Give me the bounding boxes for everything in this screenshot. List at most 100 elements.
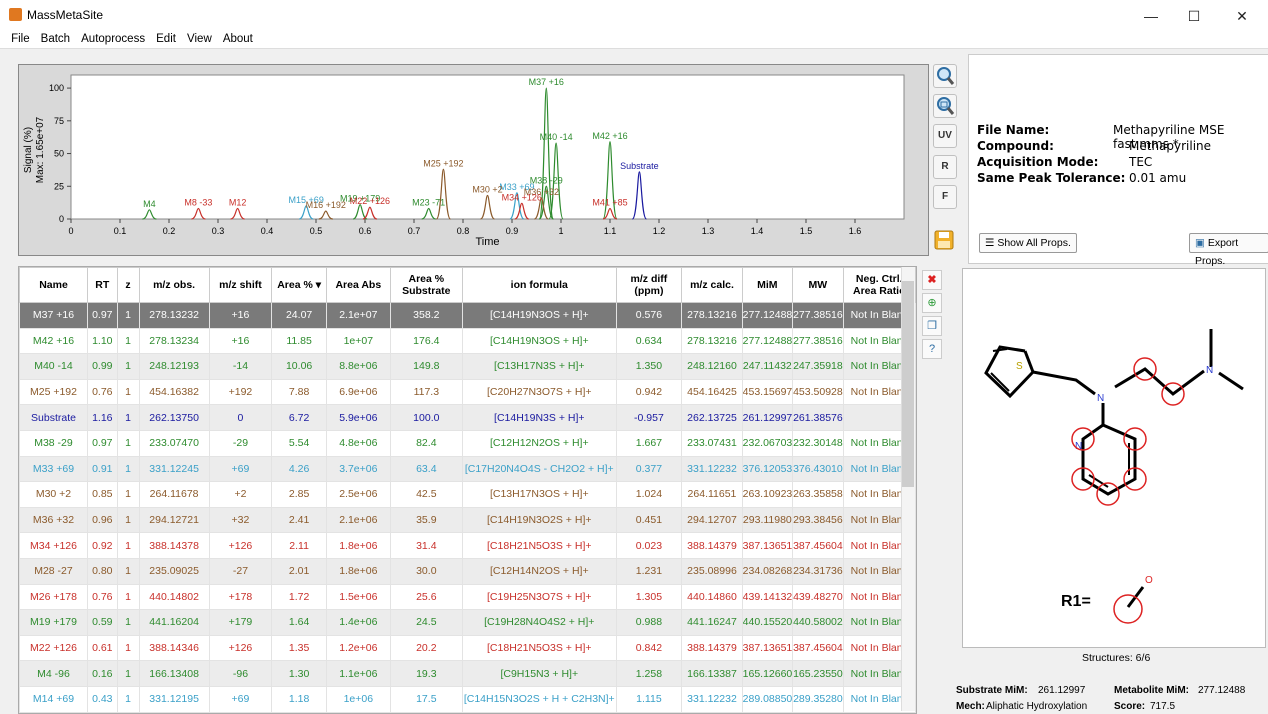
menu-edit[interactable]: Edit [152,30,180,48]
table-cell: 1.16 [86,404,118,431]
table-cell: 0.76 [86,378,118,406]
uv-button[interactable]: UV [933,124,957,148]
x-tick-label: 0.9 [506,226,519,236]
table-cell: 0.91 [86,455,118,483]
x-tick-label: 1 [558,226,563,236]
maximize-button[interactable]: ☐ [1174,4,1214,28]
table-cell: 1.10 [86,327,118,355]
column-header[interactable]: m/z calc. [681,267,743,303]
table-scrollbar[interactable] [901,267,915,711]
column-header[interactable]: m/z diff (ppm) [615,267,683,303]
show-all-props-button[interactable]: ☰ Show All Props. [979,233,1077,253]
metabolite-table-container[interactable]: Name RT z m/z obs. m/z shift Area % ▾ Area Abs… [18,266,917,714]
table-cell: -29 [208,429,273,457]
table-cell: 387.13651 [741,532,794,559]
table-row[interactable]: M40 -14 0.99 1 248.12193 -14 10.06 8.8e+06 149.… [19,353,916,380]
column-header[interactable]: m/z obs. [138,267,210,303]
table-cell: 1 [116,429,140,457]
chromatogram-panel[interactable]: 0 0.1 0.2 0.3 0.4 0.5 0.6 0.7 0.8 0.9 1 1.1 1.2 1.3 1.… [18,64,929,256]
table-row[interactable]: M42 +16 1.10 1 278.13234 +16 11.85 1e+07 176.4[… [19,327,916,355]
menu-about[interactable]: About [219,30,257,48]
minimize-button[interactable]: — [1131,4,1171,28]
table-cell: 24.5 [389,609,464,636]
x-tick-label: 0 [68,226,73,236]
table-cell: [C13H17N3OS + H]+ [462,481,617,508]
column-header[interactable]: Name [19,267,88,303]
table-cell: 331.12232 [681,685,743,713]
column-header[interactable]: Area % ▾ [271,267,328,303]
table-cell: 6.9e+06 [326,378,391,406]
table-cell: 1.115 [615,685,683,713]
help-icon[interactable]: ? [922,339,942,359]
table-row[interactable]: M30 +2 0.85 1 264.11678 +2 2.85 2.5e+06 42.5 [C1… [19,481,916,508]
menu-view[interactable]: View [183,30,216,48]
menu-file[interactable]: File [7,30,34,48]
table-cell: M25 +192 [19,378,88,406]
zoom-fit-icon [937,97,955,115]
table-cell: 232.06703 [741,429,794,457]
save-button[interactable] [933,229,955,251]
column-header[interactable]: MW [792,267,844,303]
table-cell: 7.88 [271,378,328,406]
delete-icon[interactable]: ✖ [922,270,942,290]
add-icon[interactable]: ⊕ [922,293,942,313]
table-cell: 0 [208,404,273,431]
y-tick-label: 25 [54,181,64,191]
table-cell: 1.72 [271,583,328,611]
table-cell: 1 [116,506,140,534]
table-row[interactable]: M34 +126 0.92 1 388.14378 +126 2.11 1.8e+06 31.… [19,532,916,559]
table-cell: 387.45604 [792,532,844,559]
table-row[interactable]: M14 +69 0.43 1 331.12195 +69 1.18 1e+06 17.5 [C1… [19,685,916,713]
table-row[interactable]: M22 +126 0.61 1 388.14346 +126 1.35 1.2e+06 20.… [19,634,916,662]
f-button[interactable]: F [933,185,957,209]
table-row[interactable]: M37 +16 0.97 1 278.13232 +16 24.07 2.1e+07 358.… [19,302,916,329]
copy-icon[interactable]: ❐ [922,316,942,336]
table-row[interactable]: M19 +179 0.59 1 441.16204 +179 1.64 1.4e+06 24.… [19,609,916,636]
score-label: Score: [1114,701,1146,712]
table-cell: 4.26 [271,455,328,483]
column-header[interactable]: z [116,267,140,303]
peak-label: M38 -29 [530,175,563,185]
zoom-fit-button[interactable] [933,94,957,118]
floppy-save-icon [934,230,954,250]
table-cell: +16 [208,327,273,355]
table-cell: [C13H17N3S + H]+ [462,353,617,380]
scrollbar-thumb[interactable] [902,281,914,487]
table-row[interactable]: M28 -27 0.80 1 235.09025 -27 2.01 1.8e+06 30.0[… [19,557,916,585]
table-row[interactable]: M26 +178 0.76 1 440.14802 +178 1.72 1.5e+06 25.… [19,583,916,611]
table-row[interactable]: M36 +32 0.96 1 294.12721 +32 2.41 2.1e+06 35.9[… [19,506,916,534]
table-row[interactable]: M4 -96 0.16 1 166.13408 -96 1.30 1.1e+06 19.3 [C… [19,660,916,687]
chromatogram-chart[interactable]: 0 0.1 0.2 0.3 0.4 0.5 0.6 0.7 0.8 0.9 1 1.1 1.2 1.3 1.… [19,65,928,255]
table-cell: M33 +69 [19,455,88,483]
column-header[interactable]: RT [86,267,118,303]
column-header[interactable]: MiM [741,267,794,303]
r-button[interactable]: R [933,155,957,179]
table-cell: 278.13232 [138,302,210,329]
table-cell: M34 +126 [19,532,88,559]
sulfur-atom: S [1016,361,1023,372]
menu-batch[interactable]: Batch [37,30,74,48]
table-cell: [C19H25N3O7S + H]+ [462,583,617,611]
table-cell: 387.13651 [741,634,794,662]
column-header[interactable]: m/z shift [208,267,273,303]
table-row[interactable]: M33 +69 0.91 1 331.12245 +69 4.26 3.7e+06 63.4[… [19,455,916,483]
table-cell: 17.5 [389,685,464,713]
column-header[interactable]: ion formula [462,267,617,303]
table-cell: 232.30148 [792,429,844,457]
close-button[interactable]: ✕ [1222,4,1262,28]
table-cell: 278.13216 [681,327,743,355]
table-cell: 1 [116,660,140,687]
column-header[interactable]: Area % Substrate [389,267,464,303]
table-row[interactable]: M25 +192 0.76 1 454.16382 +192 7.88 6.9e+06 117… [19,378,916,406]
table-cell: 1.5e+06 [326,583,391,611]
menu-autoprocess[interactable]: Autoprocess [77,30,149,48]
zoom-in-button[interactable] [933,64,957,88]
app-title: MassMetaSite [27,8,104,22]
table-cell: M28 -27 [19,557,88,585]
column-header[interactable]: Area Abs [326,267,391,303]
table-row[interactable]: Substrate 1.16 1 262.13750 0 6.72 5.9e+06 100.0… [19,404,916,431]
table-row[interactable]: M38 -29 0.97 1 233.07470 -29 5.54 4.8e+06 82.4[… [19,429,916,457]
table-cell: 1 [116,557,140,585]
export-props-button[interactable]: ▣ Export Props. [1189,233,1268,267]
peak-label: Substrate [620,161,659,171]
